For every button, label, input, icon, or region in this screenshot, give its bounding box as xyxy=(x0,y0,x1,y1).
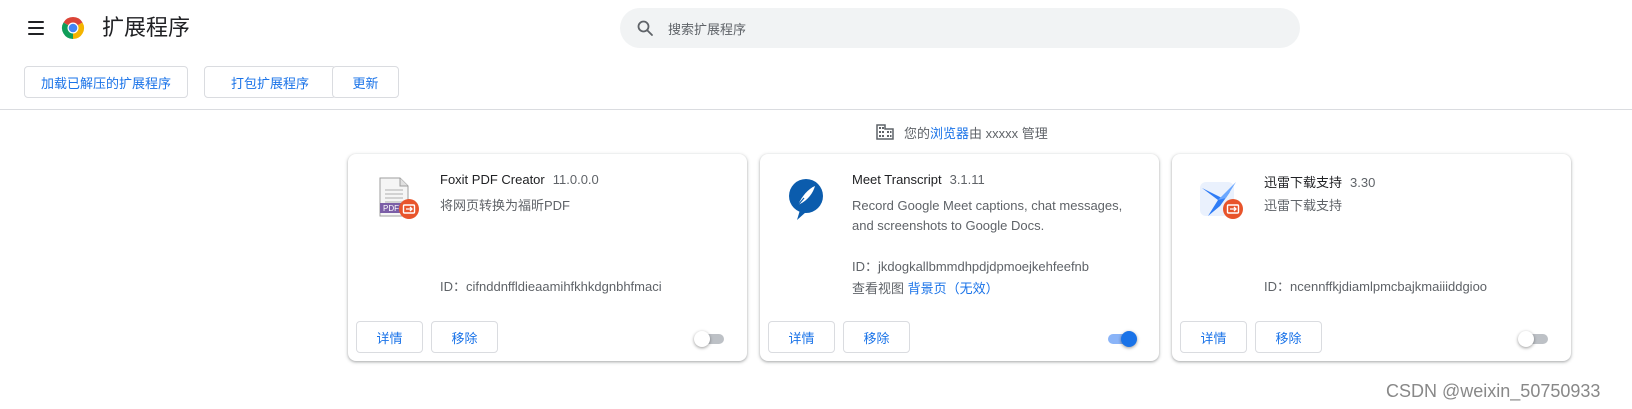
inspect-views: 查看视图 背景页（无效） xyxy=(852,278,999,297)
meet-transcript-quill-icon xyxy=(789,179,823,220)
xunlei-bird-icon xyxy=(1200,182,1243,219)
load-unpacked-button[interactable]: 加载已解压的扩展程序 xyxy=(24,66,188,98)
managed-notice: 您的 浏览器 由 xxxxx 管理 xyxy=(876,122,1048,142)
extension-id: ID：jkdogkallbmmdhpdjdpmoejkehfeefnb xyxy=(852,259,1090,274)
extension-name: Meet Transcript xyxy=(852,172,942,187)
pack-extension-button[interactable]: 打包扩展程序 xyxy=(204,66,336,98)
managed-prefix: 您的 xyxy=(904,125,931,141)
extension-description: 将网页转换为福昕PDF xyxy=(440,198,571,213)
foxit-icon-label: PDF xyxy=(383,204,399,213)
update-button[interactable]: 更新 xyxy=(332,66,399,98)
details-button[interactable]: 详情 xyxy=(356,321,423,353)
details-button[interactable]: 详情 xyxy=(1180,321,1247,353)
extension-name-line: Foxit PDF Creator 11.0.0.0 xyxy=(440,172,599,187)
managed-browser-link[interactable]: 浏览器 xyxy=(930,123,969,142)
enable-toggle[interactable] xyxy=(1106,331,1137,347)
managed-suffix: 由 xxxxx 管理 xyxy=(969,125,1048,141)
menu-icon[interactable] xyxy=(24,16,48,40)
background-page-status: （无效） xyxy=(946,281,999,296)
top-bar: 扩展程序 xyxy=(0,0,1632,56)
chrome-logo-icon xyxy=(61,17,85,39)
foxit-pdf-icon: PDF xyxy=(379,177,419,219)
remove-button[interactable]: 移除 xyxy=(843,321,910,353)
search-input[interactable] xyxy=(666,8,1270,50)
remove-button[interactable]: 移除 xyxy=(431,321,498,353)
background-page-link[interactable]: 背景页（无效） xyxy=(908,281,999,296)
page-title: 扩展程序 xyxy=(102,15,191,40)
inspect-views-label: 查看视图 xyxy=(852,281,905,296)
background-page-label: 背景页 xyxy=(907,281,947,296)
extension-card-xunlei: 迅雷下载支持 3.30 迅雷下载支持 ID：ncennffkjdiamlpmcba… xyxy=(1172,154,1571,361)
search-box[interactable] xyxy=(620,8,1300,50)
extension-version: 3.1.11 xyxy=(949,172,985,187)
extension-description: 迅雷下载支持 xyxy=(1264,198,1343,213)
extension-card-meet-transcript: Meet Transcript 3.1.11 Record Google Meet… xyxy=(760,154,1159,361)
extension-description: Record Google Meet captions, chat messag… xyxy=(852,198,1123,233)
watermark: CSDN @weixin_50750933 xyxy=(1386,381,1601,401)
extension-version: 11.0.0.0 xyxy=(552,172,599,187)
extension-id: ID：cifnddnffldieaamihfkhkdgnbhfmaci xyxy=(440,279,662,294)
enable-toggle[interactable] xyxy=(694,331,724,347)
enable-toggle[interactable] xyxy=(1518,331,1548,347)
extension-id: ID：ncennffkjdiamlpmcbajkmaiiiddgioo xyxy=(1264,279,1488,294)
search-icon xyxy=(637,20,653,36)
extension-name: 迅雷下载支持 xyxy=(1264,175,1343,190)
extension-name-line: Meet Transcript 3.1.11 xyxy=(852,172,985,187)
remove-button[interactable]: 移除 xyxy=(1255,321,1322,353)
extension-card-foxit: PDF Foxit PDF Creator 11.0.0.0 将网页转换为福昕PD… xyxy=(348,154,747,361)
extension-name: Foxit PDF Creator xyxy=(440,172,545,187)
building-icon xyxy=(876,124,894,140)
extension-name-line: 迅雷下载支持 3.30 xyxy=(1264,172,1375,191)
dev-toolbar: 加载已解压的扩展程序 打包扩展程序 更新 xyxy=(0,64,1632,110)
details-button[interactable]: 详情 xyxy=(768,321,835,353)
extension-version: 3.30 xyxy=(1350,175,1376,190)
